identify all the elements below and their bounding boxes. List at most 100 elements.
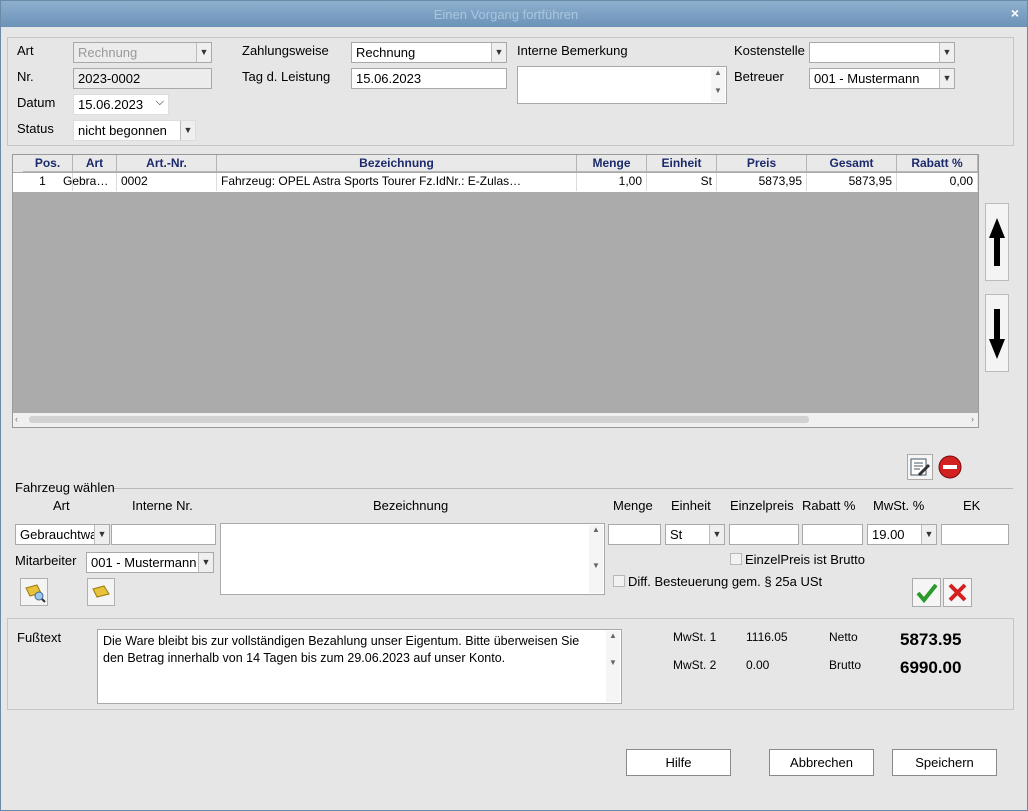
ek-label: EK [963,498,981,513]
help-button[interactable]: Hilfe [626,749,731,776]
zahlungsweise-select[interactable]: Rechnung ▼ [351,42,507,63]
move-down-button[interactable] [985,294,1009,372]
brutto-value: 6990.00 [900,658,962,677]
select-vehicle-button[interactable] [20,578,48,606]
col-art[interactable]: Art [73,155,117,172]
mitarbeiter-label: Mitarbeiter [15,553,77,568]
mwst-select[interactable]: 19.00 ▼ [867,524,937,545]
status-label: Status [17,121,54,136]
datum-picker[interactable]: 15.06.2023 ⌵ [73,94,169,115]
brutto-checkbox[interactable] [730,553,742,565]
datum-label: Datum [17,95,56,110]
status-select[interactable]: nicht begonnen ▼ [73,120,196,141]
mwst2-value: 0.00 [746,658,770,672]
chevron-down-icon[interactable]: ▼ [491,43,506,62]
bemerkung-textarea[interactable]: ▲ ▼ [517,66,727,104]
kostenstelle-label: Kostenstelle [734,43,805,58]
move-up-button[interactable] [985,203,1009,281]
netto-value: 5873.95 [900,630,962,649]
einheit-select[interactable]: St ▼ [665,524,725,545]
stop-icon [938,455,962,479]
einzelpreis-label: Einzelpreis [730,498,794,513]
bezeichnung-label: Bezeichnung [373,498,449,513]
vehicle-list-button[interactable] [87,578,115,606]
datum-value: 15.06.2023 [78,97,144,112]
col-rabatt[interactable]: Rabatt % [897,155,978,172]
col-preis[interactable]: Preis [717,155,807,172]
col-gesamt[interactable]: Gesamt [807,155,897,172]
window-title: Einen Vorgang fortführen [433,7,579,22]
col-einheit[interactable]: Einheit [647,155,717,172]
cancel-button[interactable]: Abbrechen [769,749,874,776]
cell-einheit: St [647,173,717,191]
col-artnr[interactable]: Art.-Nr. [117,155,217,172]
bemerkung-label: Interne Bemerkung [517,43,628,58]
chevron-down-icon[interactable]: ▼ [180,121,195,140]
art-select[interactable]: Rechnung ▼ [73,42,212,63]
cancel-item-button[interactable] [943,578,972,607]
item-art-select[interactable]: Gebrauchtwa ▼ [15,524,110,545]
chevron-down-icon[interactable]: ▼ [709,525,724,544]
confirm-item-button[interactable] [912,578,941,607]
close-icon[interactable]: × [1011,5,1019,21]
cell-bezeichnung: Fahrzeug: OPEL Astra Sports Tourer Fz.Id… [217,173,577,191]
chevron-left-icon[interactable]: ‹ [15,414,18,424]
col-bezeichnung[interactable]: Bezeichnung [217,155,577,172]
section-divider [113,488,1013,489]
scrollbar[interactable]: ▲ ▼ [589,525,603,593]
scrollbar[interactable]: ▲ ▼ [606,631,620,702]
nr-field[interactable]: 2023-0002 [73,68,212,89]
chevron-down-icon[interactable]: ▼ [198,553,213,572]
einheit-label: Einheit [671,498,711,513]
save-button[interactable]: Speichern [892,749,997,776]
rabatt-field[interactable] [802,524,863,545]
positions-grid[interactable]: Pos. Art Art.-Nr. Bezeichnung Menge Einh… [12,154,979,428]
table-row[interactable]: 1 Gebra… 0002 Fahrzeug: OPEL Astra Sport… [13,173,978,192]
art-label: Art [17,43,34,58]
chevron-down-icon[interactable]: ▼ [921,525,936,544]
einzelpreis-field[interactable] [729,524,799,545]
mitarbeiter-select[interactable]: 001 - Mustermann ▼ [86,552,214,573]
col-pos[interactable]: Pos. [23,155,73,172]
leistung-field[interactable]: 15.06.2023 [351,68,507,89]
fusstext-value: Die Ware bleibt bis zur vollständigen Be… [103,634,580,665]
chevron-down-icon[interactable]: ▼ [196,43,211,62]
kostenstelle-select[interactable]: ▼ [809,42,955,63]
diff-checkbox[interactable] [613,575,625,587]
scrollbar-thumb[interactable] [29,416,809,423]
status-value: nicht begonnen [78,123,167,138]
edit-position-button[interactable] [907,454,933,480]
fusstext-textarea[interactable]: Die Ware bleibt bis zur vollständigen Be… [97,629,622,704]
mwst1-value: 1116.05 [746,630,788,644]
chevron-down-icon[interactable]: ▼ [939,69,954,88]
cross-icon [948,583,967,602]
title-bar: Einen Vorgang fortführen × [1,1,1027,27]
menge-label: Menge [613,498,653,513]
chevron-down-icon[interactable]: ▼ [939,43,954,62]
betreuer-value: 001 - Mustermann [814,71,920,86]
cell-gesamt: 5873,95 [807,173,897,191]
chevron-down-icon[interactable]: ▼ [94,525,109,544]
bezeichnung-textarea[interactable]: ▲ ▼ [220,523,605,595]
menge-field[interactable] [608,524,661,545]
scrollbar[interactable]: ▲ ▼ [711,68,725,102]
vehicle-search-icon [25,584,46,603]
cell-art: Gebra… [59,173,117,191]
einheit-value: St [670,527,683,542]
mwst2-label: MwSt. 2 [673,658,717,672]
interne-nr-label: Interne Nr. [132,498,193,513]
delete-position-button[interactable] [937,454,963,480]
mwst-value: 19.00 [872,527,905,542]
fusstext-label: Fußtext [17,630,62,645]
chevron-right-icon[interactable]: › [971,414,974,424]
ek-field[interactable] [941,524,1009,545]
check-icon [916,583,938,604]
betreuer-select[interactable]: 001 - Mustermann ▼ [809,68,955,89]
interne-nr-field[interactable] [111,524,216,545]
col-menge[interactable]: Menge [577,155,647,172]
mitarbeiter-value: 001 - Mustermann [91,555,197,570]
horizontal-scrollbar[interactable]: ‹ › [13,413,978,427]
chevron-down-icon[interactable]: ⌵ [156,96,164,109]
nr-label: Nr. [17,69,34,84]
item-art-label: Art [53,498,70,513]
